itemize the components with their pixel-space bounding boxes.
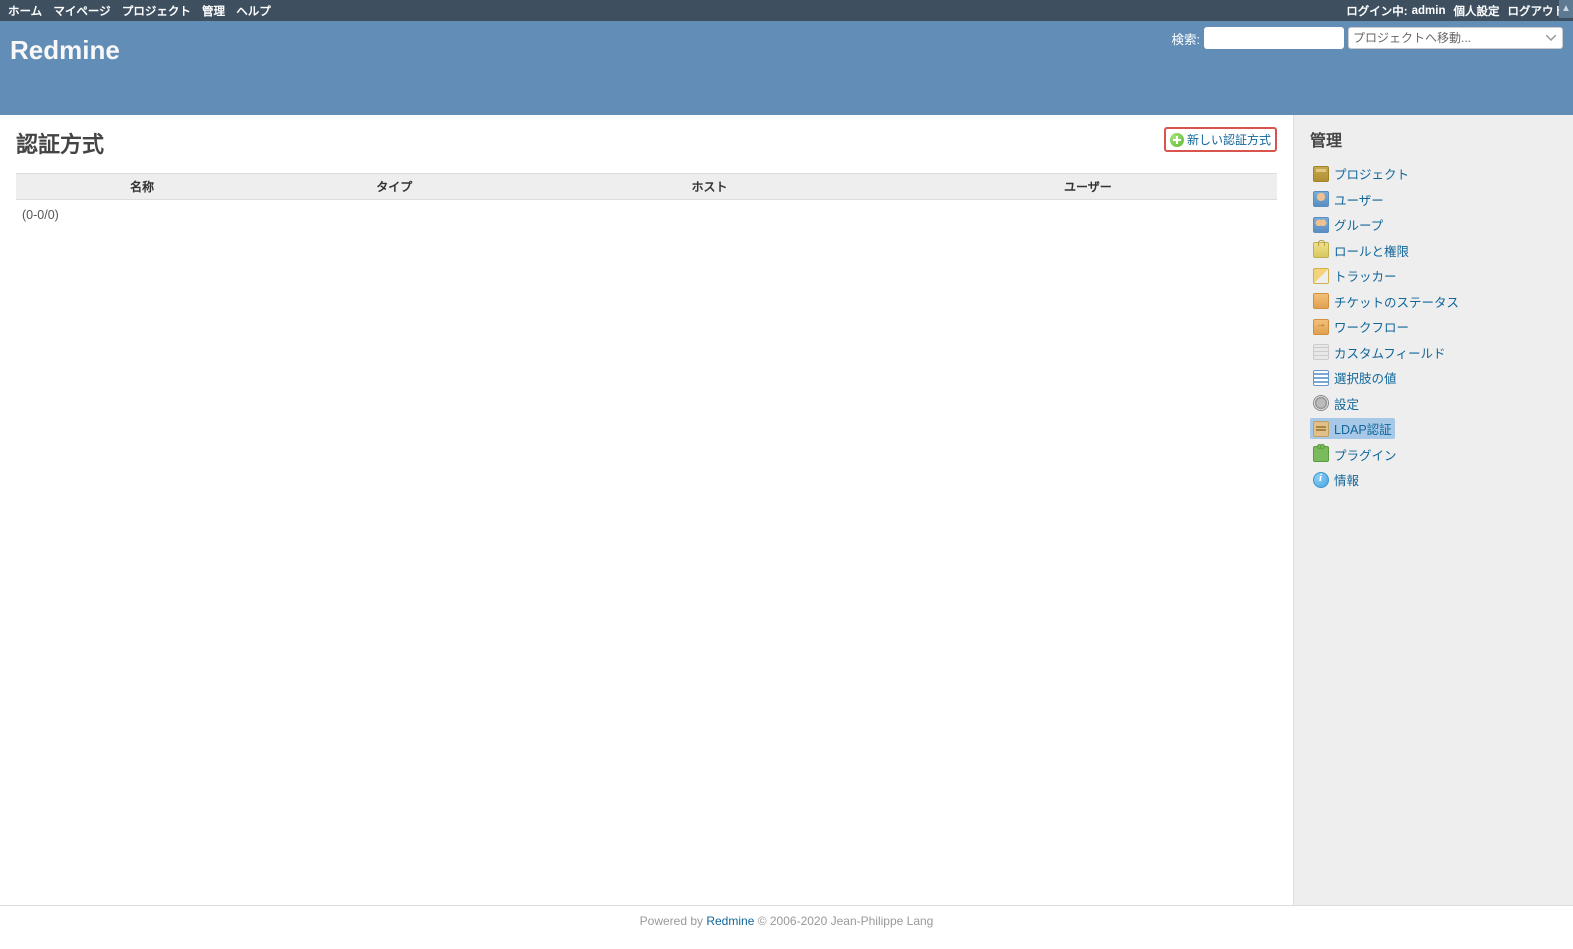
- server-icon: [1313, 421, 1329, 437]
- sidebar-link-11[interactable]: プラグイン: [1310, 444, 1400, 465]
- sidebar-item-label: ロールと権限: [1334, 241, 1409, 260]
- header: 検索: プロジェクトへ移動... Redmine: [0, 21, 1573, 115]
- sidebar-title: 管理: [1310, 127, 1557, 151]
- sidebar-item: LDAP認証: [1310, 416, 1557, 442]
- lock-icon: [1313, 242, 1329, 258]
- sidebar-item-label: プラグイン: [1334, 445, 1397, 464]
- contextual-actions: 新しい認証方式: [1164, 127, 1277, 152]
- sidebar-link-12[interactable]: 情報: [1310, 469, 1362, 490]
- sidebar-item-label: ユーザー: [1334, 190, 1384, 209]
- sidebar-item: ロールと権限: [1310, 238, 1557, 264]
- col-name: 名称: [16, 174, 268, 200]
- nav-preferences[interactable]: 個人設定: [1454, 3, 1500, 19]
- sidebar-item: プロジェクト: [1310, 161, 1557, 187]
- table-header-row: 名称 タイプ ホスト ユーザー: [16, 174, 1277, 200]
- footer-powered: Powered by: [640, 914, 707, 928]
- col-host: ホスト: [520, 174, 898, 200]
- sidebar-item: プラグイン: [1310, 442, 1557, 468]
- sidebar-item-label: 情報: [1334, 470, 1359, 489]
- sidebar: 管理 プロジェクトユーザーグループロールと権限トラッカーチケットのステータスワー…: [1293, 115, 1573, 905]
- top-menu-right: ログイン中: admin 個人設定 ログアウト: [1346, 3, 1565, 19]
- new-auth-mode-link[interactable]: 新しい認証方式: [1164, 127, 1277, 152]
- col-users: ユーザー: [899, 174, 1277, 200]
- sidebar-item-label: プロジェクト: [1334, 164, 1409, 183]
- logged-in-label: ログイン中:: [1346, 3, 1407, 19]
- nav-home[interactable]: ホーム: [8, 6, 42, 18]
- box-icon: [1313, 166, 1329, 182]
- sidebar-link-4[interactable]: トラッカー: [1310, 265, 1400, 286]
- sidebar-item: カスタムフィールド: [1310, 340, 1557, 366]
- project-jump-select[interactable]: プロジェクトへ移動...: [1348, 27, 1563, 49]
- quick-search: 検索: プロジェクトへ移動...: [1172, 27, 1563, 49]
- plugin-icon: [1313, 446, 1329, 462]
- sidebar-item-label: チケットのステータス: [1334, 292, 1459, 311]
- sidebar-link-1[interactable]: ユーザー: [1310, 189, 1387, 210]
- nav-admin[interactable]: 管理: [202, 6, 225, 18]
- search-input[interactable]: [1204, 27, 1344, 49]
- nav-projects[interactable]: プロジェクト: [122, 6, 191, 18]
- col-type: タイプ: [268, 174, 520, 200]
- footer: Powered by Redmine © 2006-2020 Jean-Phil…: [0, 905, 1573, 936]
- nav-mypage[interactable]: マイページ: [53, 6, 110, 18]
- gear-icon: [1313, 395, 1329, 411]
- sidebar-item-label: グループ: [1334, 215, 1383, 234]
- sidebar-link-5[interactable]: チケットのステータス: [1310, 291, 1462, 312]
- sidebar-item: ワークフロー: [1310, 314, 1557, 340]
- scroll-to-top-button[interactable]: ▲: [1559, 0, 1573, 18]
- top-menu: ホーム マイページ プロジェクト 管理 ヘルプ ログイン中: admin 個人設…: [0, 0, 1573, 21]
- nav-help[interactable]: ヘルプ: [236, 6, 271, 18]
- tag-icon: [1313, 268, 1329, 284]
- sidebar-item: 選択肢の値: [1310, 365, 1557, 391]
- sidebar-item: チケットのステータス: [1310, 289, 1557, 315]
- info-icon: [1313, 472, 1329, 488]
- status-icon: [1313, 293, 1329, 309]
- flow-icon: [1313, 319, 1329, 335]
- sidebar-link-10[interactable]: LDAP認証: [1310, 418, 1395, 439]
- sidebar-link-6[interactable]: ワークフロー: [1310, 316, 1412, 337]
- top-menu-left: ホーム マイページ プロジェクト 管理 ヘルプ: [8, 3, 279, 19]
- sidebar-item-label: 選択肢の値: [1334, 368, 1397, 387]
- sidebar-item-label: 設定: [1334, 394, 1359, 413]
- main: 新しい認証方式 認証方式 名称 タイプ ホスト ユーザー (0-0/0) 管理 …: [0, 115, 1573, 905]
- sidebar-item: 設定: [1310, 391, 1557, 417]
- pagination-info: (0-0/0): [16, 208, 1277, 222]
- new-auth-mode-label: 新しい認証方式: [1187, 131, 1271, 148]
- sidebar-link-9[interactable]: 設定: [1310, 393, 1362, 414]
- sidebar-item-label: ワークフロー: [1334, 317, 1409, 336]
- current-user-link[interactable]: admin: [1412, 5, 1446, 17]
- field-icon: [1313, 344, 1329, 360]
- sidebar-link-8[interactable]: 選択肢の値: [1310, 367, 1400, 388]
- footer-copyright: © 2006-2020 Jean-Philippe Lang: [754, 914, 933, 928]
- sidebar-link-2[interactable]: グループ: [1310, 214, 1386, 235]
- footer-app-link[interactable]: Redmine: [706, 914, 754, 928]
- sidebar-item: トラッカー: [1310, 263, 1557, 289]
- sidebar-item-label: カスタムフィールド: [1334, 343, 1446, 362]
- sidebar-link-3[interactable]: ロールと権限: [1310, 240, 1412, 261]
- admin-menu: プロジェクトユーザーグループロールと権限トラッカーチケットのステータスワークフロ…: [1310, 161, 1557, 493]
- users-icon: [1313, 217, 1329, 233]
- sidebar-link-0[interactable]: プロジェクト: [1310, 163, 1412, 184]
- sidebar-item: 情報: [1310, 467, 1557, 493]
- sidebar-item-label: LDAP認証: [1334, 419, 1392, 438]
- nav-logout[interactable]: ログアウト: [1508, 3, 1566, 19]
- user-icon: [1313, 191, 1329, 207]
- sidebar-link-7[interactable]: カスタムフィールド: [1310, 342, 1449, 363]
- content: 新しい認証方式 認証方式 名称 タイプ ホスト ユーザー (0-0/0): [0, 115, 1293, 905]
- list-icon: [1313, 370, 1329, 386]
- sidebar-item-label: トラッカー: [1334, 266, 1397, 285]
- page-title: 認証方式: [16, 127, 1277, 159]
- sidebar-item: グループ: [1310, 212, 1557, 238]
- auth-modes-table: 名称 タイプ ホスト ユーザー: [16, 173, 1277, 200]
- sidebar-item: ユーザー: [1310, 187, 1557, 213]
- search-label: 検索:: [1172, 29, 1200, 48]
- add-icon: [1170, 133, 1184, 147]
